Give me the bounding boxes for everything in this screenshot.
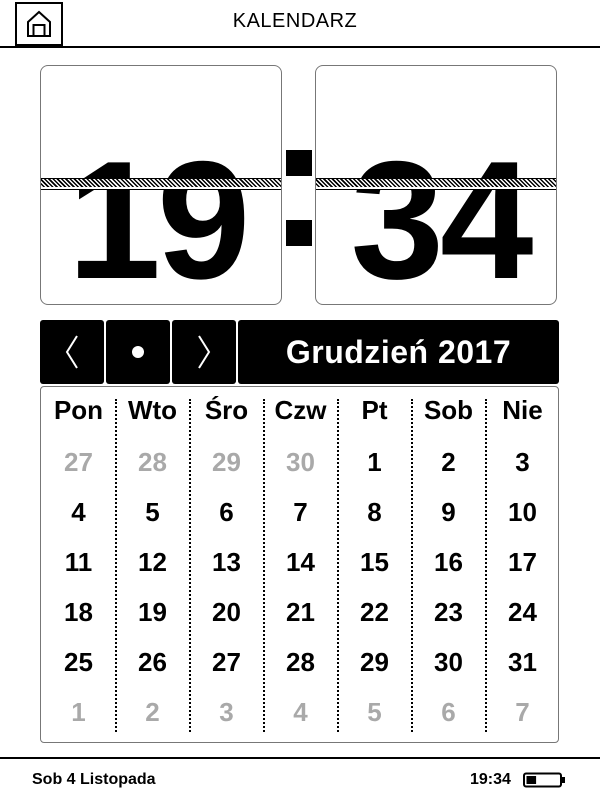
column-divider <box>114 399 117 732</box>
next-month-button[interactable] <box>172 320 236 384</box>
day-cell[interactable]: 4 <box>42 497 116 528</box>
day-cell[interactable]: 29 <box>338 647 412 678</box>
day-cell-other-month[interactable]: 1 <box>42 697 116 728</box>
day-cell-other-month[interactable]: 6 <box>412 697 486 728</box>
day-cell-other-month[interactable]: 4 <box>264 697 338 728</box>
dot-icon <box>132 346 144 358</box>
day-cell-other-month[interactable]: 30 <box>264 447 338 478</box>
flip-gap <box>41 187 281 189</box>
day-cell[interactable]: 12 <box>116 547 190 578</box>
day-cell-other-month[interactable]: 7 <box>486 697 560 728</box>
calendar-column: Pon 27 4 11 18 25 1 <box>42 387 116 742</box>
column-divider <box>262 399 265 732</box>
day-cell[interactable]: 28 <box>264 647 338 678</box>
clock-minutes: 34 <box>350 126 534 305</box>
day-cell[interactable]: 31 <box>486 647 560 678</box>
today-button[interactable] <box>106 320 170 384</box>
day-cell[interactable]: 25 <box>42 647 116 678</box>
day-cell-other-month[interactable]: 3 <box>190 697 264 728</box>
clock-colon <box>283 150 315 246</box>
day-cell[interactable]: 22 <box>338 597 412 628</box>
column-divider <box>336 399 339 732</box>
day-cell[interactable]: 30 <box>412 647 486 678</box>
calendar-column: Wto 28 5 12 19 26 2 <box>116 387 190 742</box>
weekday-header: Wto <box>127 395 178 425</box>
clock-hours: 19 <box>67 126 251 305</box>
day-cell[interactable]: 14 <box>264 547 338 578</box>
day-cell[interactable]: 11 <box>42 547 116 578</box>
day-cell[interactable]: 21 <box>264 597 338 628</box>
header-bar: KALENDARZ <box>0 0 600 48</box>
day-cell[interactable]: 10 <box>486 497 560 528</box>
chevron-right-icon <box>198 335 211 369</box>
calendar-column: Pt 1 8 15 22 29 5 <box>338 387 412 742</box>
day-cell[interactable]: 5 <box>116 497 190 528</box>
day-cell[interactable]: 15 <box>338 547 412 578</box>
status-bar: Sob 4 Listopada 19:34 <box>0 757 600 800</box>
day-cell[interactable]: 18 <box>42 597 116 628</box>
calendar-column: Śro 29 6 13 20 27 3 <box>190 387 264 742</box>
calendar-grid: Pon 27 4 11 18 25 1 Wto 28 5 12 19 26 2 Śro 29 6 13 20 27 3 C… <box>40 386 559 743</box>
day-cell[interactable]: 17 <box>486 547 560 578</box>
day-cell[interactable]: 1 <box>338 447 412 478</box>
calendar-column: Sob 2 9 16 23 30 6 <box>412 387 486 742</box>
day-cell[interactable]: 2 <box>412 447 486 478</box>
day-cell-other-month[interactable]: 5 <box>338 697 412 728</box>
status-time: 19:34 <box>470 771 511 788</box>
prev-month-button[interactable] <box>40 320 104 384</box>
clock-hours-card: 19 <box>40 65 282 305</box>
column-divider <box>410 399 413 732</box>
day-cell[interactable]: 6 <box>190 497 264 528</box>
weekday-header: Czw <box>274 395 327 425</box>
day-cell-other-month[interactable]: 2 <box>116 697 190 728</box>
day-cell[interactable]: 23 <box>412 597 486 628</box>
day-cell[interactable]: 3 <box>486 447 560 478</box>
calendar-column: Czw 30 7 14 21 28 4 <box>264 387 338 742</box>
weekday-header: Śro <box>204 395 249 425</box>
day-cell-other-month[interactable]: 27 <box>42 447 116 478</box>
day-cell[interactable]: 7 <box>264 497 338 528</box>
day-cell-other-month[interactable]: 28 <box>116 447 190 478</box>
battery-icon <box>523 772 565 788</box>
day-cell[interactable]: 9 <box>412 497 486 528</box>
day-cell-other-month[interactable]: 29 <box>190 447 264 478</box>
day-cell[interactable]: 27 <box>190 647 264 678</box>
column-divider <box>484 399 487 732</box>
column-divider <box>188 399 191 732</box>
page-title-text: KALENDARZ <box>232 10 358 32</box>
weekday-header: Pon <box>53 395 104 425</box>
calendar-column: Nie 3 10 17 24 31 7 <box>486 387 560 742</box>
day-cell[interactable]: 16 <box>412 547 486 578</box>
month-title: Grudzień 2017 <box>238 320 559 384</box>
weekday-header: Pt <box>361 395 388 425</box>
weekday-header: Sob <box>423 395 474 425</box>
battery-fill <box>526 776 537 784</box>
day-cell[interactable]: 19 <box>116 597 190 628</box>
day-cell[interactable]: 26 <box>116 647 190 678</box>
day-cell[interactable]: 24 <box>486 597 560 628</box>
chevron-left-icon <box>65 335 78 369</box>
flip-gap <box>316 187 556 189</box>
weekday-header: Nie <box>502 395 543 425</box>
status-date: Sob 4 Listopada <box>32 771 156 788</box>
day-cell[interactable]: 8 <box>338 497 412 528</box>
day-cell[interactable]: 13 <box>190 547 264 578</box>
page-title: KALENDARZ <box>0 10 600 33</box>
day-cell[interactable]: 20 <box>190 597 264 628</box>
clock-minutes-card: 34 <box>315 65 557 305</box>
